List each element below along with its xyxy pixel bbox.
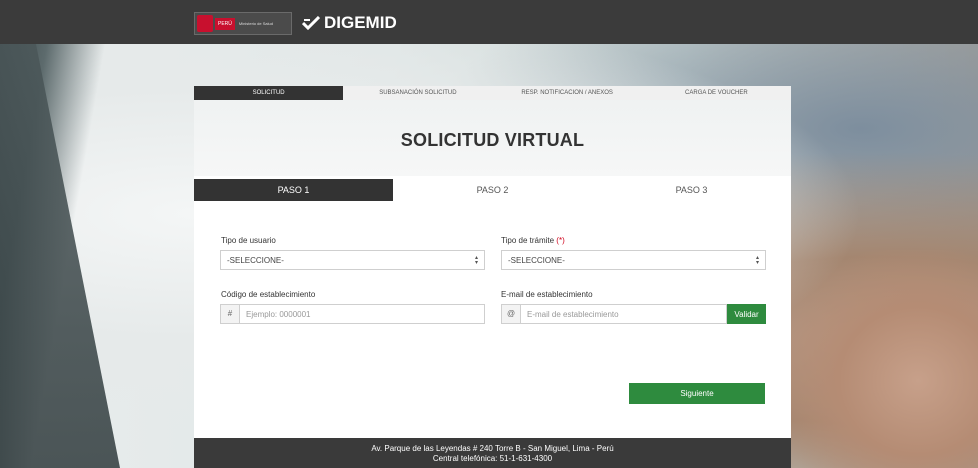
brand-name: DIGEMID — [324, 13, 397, 32]
footer-phone: Central telefónica: 51-1-631-4300 — [432, 454, 553, 463]
step-3[interactable]: PASO 3 — [592, 179, 791, 201]
codigo-label: Código de establecimiento — [221, 290, 316, 299]
codigo-input[interactable] — [240, 304, 485, 324]
top-header: PERÚ Ministerio de Salud DIGEMID — [0, 0, 978, 44]
tipo-usuario-select[interactable]: -SELECCIONE- ▴ ▾ — [220, 250, 485, 270]
codigo-input-group: # — [220, 304, 485, 324]
footer-address: Av. Parque de las Leyendas # 240 Torre B… — [371, 444, 614, 453]
step-2[interactable]: PASO 2 — [393, 179, 592, 201]
background-hand — [778, 250, 978, 468]
email-input[interactable] — [521, 304, 727, 324]
shield-icon — [197, 15, 213, 32]
page-title: SOLICITUD VIRTUAL — [400, 130, 585, 150]
tab-resp-notificacion-anexos[interactable]: RESP. NOTIFICACION / ANEXOS — [493, 86, 642, 100]
required-mark: (*) — [556, 236, 565, 245]
tab-carga-de-voucher[interactable]: CARGA DE VOUCHER — [642, 86, 791, 100]
tipo-usuario-value: -SELECCIONE- — [227, 256, 284, 265]
step-bar: PASO 1 PASO 2 PASO 3 — [194, 179, 791, 201]
tab-solicitud[interactable]: SOLICITUD — [194, 86, 344, 100]
email-input-group: @ Validar — [501, 304, 766, 324]
select-caret-icon: ▴ ▾ — [474, 255, 478, 266]
at-icon: @ — [501, 304, 521, 324]
digemid-logo[interactable]: DIGEMID — [302, 12, 397, 34]
tab-bar: SOLICITUD SUBSANACIÓN SOLICITUD RESP. NO… — [194, 86, 791, 100]
validar-button[interactable]: Validar — [727, 304, 766, 324]
tab-subsanacion-solicitud[interactable]: SUBSANACIÓN SOLICITUD — [343, 86, 492, 100]
tipo-tramite-value: -SELECCIONE- — [508, 256, 565, 265]
ministerio-label: Ministerio de Salud — [238, 21, 273, 26]
peru-label: PERÚ — [215, 17, 235, 30]
tipo-tramite-select[interactable]: -SELECCIONE- ▴ ▾ — [501, 250, 766, 270]
gobierno-logo[interactable]: PERÚ Ministerio de Salud — [194, 12, 292, 35]
email-label: E-mail de establecimiento — [501, 290, 593, 299]
hash-icon: # — [220, 304, 240, 324]
tipo-tramite-label: Tipo de trámite (*) — [501, 236, 565, 245]
step-1[interactable]: PASO 1 — [194, 179, 393, 201]
footer: Av. Parque de las Leyendas # 240 Torre B… — [194, 438, 791, 468]
siguiente-button[interactable]: Siguiente — [629, 383, 765, 404]
select-caret-icon: ▴ ▾ — [755, 255, 759, 266]
checkmark-logo-icon — [302, 16, 320, 30]
tipo-usuario-label: Tipo de usuario — [221, 236, 276, 245]
